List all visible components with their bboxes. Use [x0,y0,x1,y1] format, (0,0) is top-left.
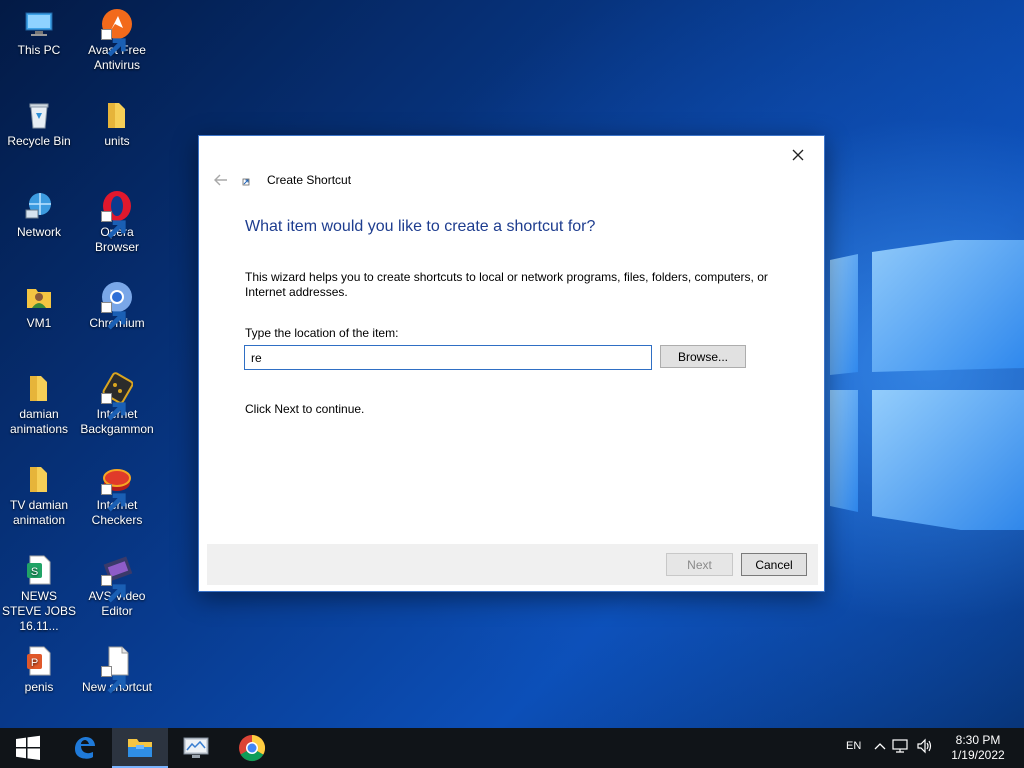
desktop-icon-units[interactable]: units [78,99,156,149]
wizard-description: This wizard helps you to create shortcut… [245,270,768,299]
desktop-icon-new-shortcut[interactable]: New shortcut [78,645,156,695]
desktop-icon-label: damian animations [9,407,69,436]
desktop-icon-vm1[interactable]: VM1 [0,281,78,331]
desktop-icon-recycle-bin[interactable]: Recycle Bin [0,99,78,149]
checkers-icon [101,463,133,512]
folder-icon [23,372,55,404]
back-button[interactable] [213,172,229,188]
taskbar-file-explorer[interactable] [112,728,168,768]
desktop-icon-news-steve-jobs[interactable]: S NEWS STEVE JOBS 16.11... [0,554,78,634]
desktop-icon-label: TV damian animation [9,498,69,527]
shortcut-arrow-icon [101,393,126,421]
wizard-heading: What item would you like to create a sho… [245,218,596,235]
video-editor-icon [101,554,133,603]
desktop-icon-label: NEWS STEVE JOBS 16.11... [1,589,77,633]
wizard-title: Create Shortcut [267,173,352,187]
desktop-icon-label: penis [24,680,54,694]
windows-start-icon [16,735,40,760]
desktop-icon-label: VM1 [26,316,52,330]
network-icon [23,190,55,222]
desktop-icon-label: units [104,134,130,148]
opera-icon [101,190,133,239]
remote-desktop-icon [183,737,209,758]
next-button[interactable]: Next [666,553,733,576]
folder-icon [101,99,133,131]
folder-icon [128,739,152,757]
windows-logo-wallpaper [830,240,1024,530]
desktop-icon-tv-damian-animation[interactable]: TV damian animation [0,463,78,528]
desktop-icon-internet-backgammon[interactable]: Internet Backgammon [78,372,156,437]
backgammon-icon [101,372,133,421]
start-button[interactable] [0,728,56,768]
folder-icon [23,463,55,495]
computer-icon [23,8,55,40]
desktop-icon-label: This PC [17,43,61,57]
desktop-icon-label: Network [16,225,61,239]
desktop-icon-avast[interactable]: Avast Free Antivirus [78,8,156,73]
desktop-icon-opera[interactable]: Opera Browser [78,190,156,255]
svg-text:P: P [31,657,38,669]
location-label: Type the location of the item: [245,326,399,340]
chromium-icon [101,281,133,330]
create-shortcut-dialog: Create Shortcut What item would you like… [198,135,825,592]
taskbar-chrome[interactable] [224,728,280,768]
desktop-icon-avs-video-editor[interactable]: AVS Video Editor [78,554,156,619]
shortcut-arrow-icon [101,302,126,330]
taskbar: EN 8:30 PM 1/19/2022 [0,728,1024,768]
clock-time: 8:30 PM [955,733,1001,747]
chrome-icon [239,734,266,762]
language-indicator[interactable]: EN [846,740,861,752]
continue-instruction: Click Next to continue. [245,402,365,416]
desktop-icon-chromium[interactable]: Chromium [78,281,156,331]
desktop-icon-network[interactable]: Network [0,190,78,240]
shortcut-arrow-icon [101,575,126,603]
desktop-icon-internet-checkers[interactable]: Internet Checkers [78,463,156,528]
clock-date: 1/19/2022 [951,748,1005,762]
spreadsheet-icon: S [23,554,55,586]
shortcut-arrow-icon [101,211,126,239]
shortcut-arrow-icon [101,484,126,512]
shortcut-arrow-icon [101,666,126,694]
edge-icon [75,737,95,759]
cancel-button[interactable]: Cancel [741,553,807,576]
close-icon [792,149,804,161]
back-arrow-icon [214,174,227,186]
desktop-icon-penis[interactable]: P penis [0,645,78,695]
browse-button[interactable]: Browse... [660,345,746,368]
desktop-icon-this-pc[interactable]: This PC [0,8,78,58]
taskbar-clock[interactable]: 8:30 PM 1/19/2022 [946,733,1010,763]
shortcut-wizard-icon [242,178,250,186]
network-status-icon[interactable] [892,738,910,754]
taskbar-edge[interactable] [56,728,112,768]
desktop-icon-damian-animations[interactable]: damian animations [0,372,78,437]
desktop-icon-label: Recycle Bin [7,134,71,148]
svg-text:S: S [31,566,38,578]
taskbar-remote-desktop[interactable] [168,728,224,768]
recycle-bin-icon [23,99,55,131]
location-input[interactable] [244,345,652,370]
user-folder-icon [23,281,55,313]
shortcut-arrow-icon [101,29,126,57]
close-button[interactable] [784,144,812,166]
avast-icon [101,8,133,57]
chevron-up-icon[interactable] [874,741,886,751]
system-tray [874,738,934,754]
presentation-icon: P [23,645,55,677]
volume-icon[interactable] [916,738,934,754]
shortcut-file-icon [101,645,133,694]
